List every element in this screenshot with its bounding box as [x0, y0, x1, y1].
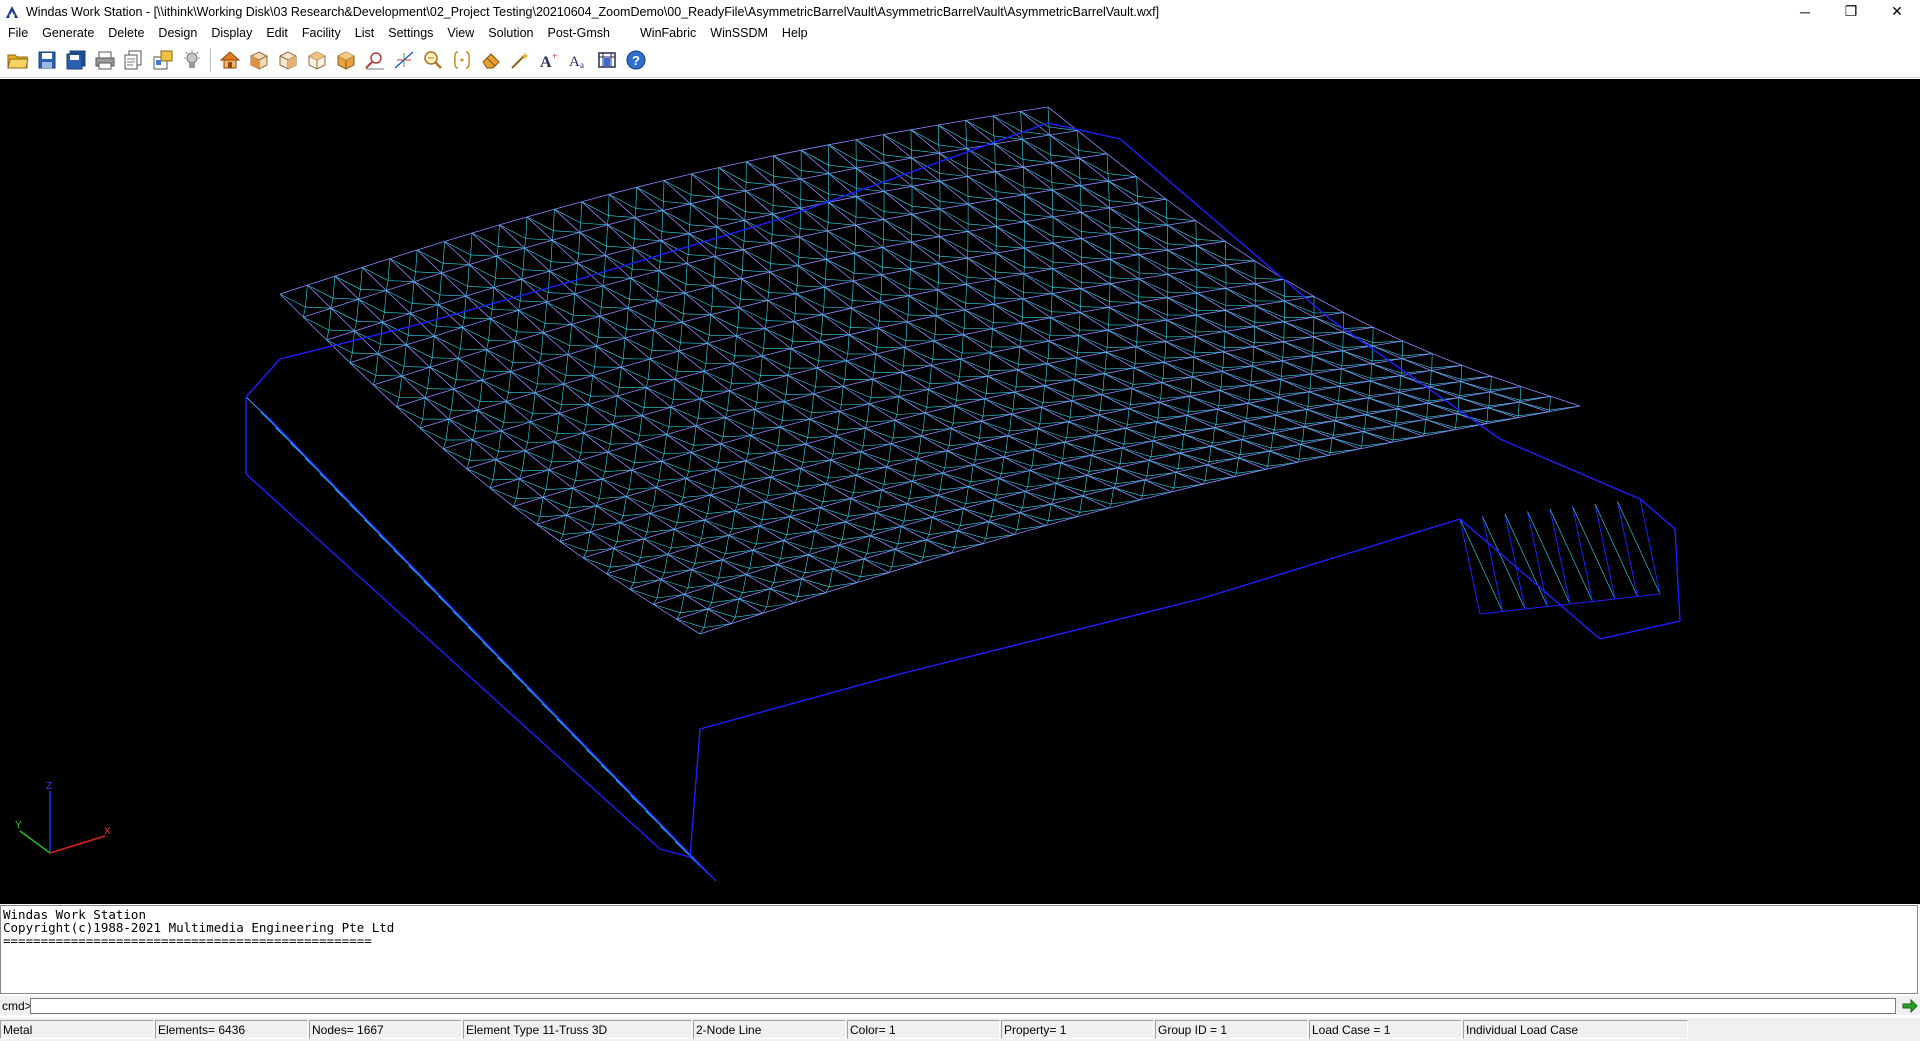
command-label: cmd>: [2, 998, 32, 1013]
home-view-icon[interactable]: [215, 46, 244, 74]
export-icon[interactable]: [148, 46, 177, 74]
frame-icon[interactable]: [592, 46, 621, 74]
font-size-icon[interactable]: A +: [534, 46, 563, 74]
command-bar: cmd>: [0, 996, 1920, 1015]
menu-design[interactable]: Design: [151, 26, 204, 40]
save-icon[interactable]: [32, 46, 61, 74]
svg-text:a: a: [580, 60, 584, 70]
axes-icon[interactable]: [389, 46, 418, 74]
app-icon[interactable]: [4, 4, 20, 20]
status-load-case-mode: Individual Load Case: [1463, 1020, 1688, 1039]
console-line: ========================================…: [3, 933, 372, 948]
help-icon[interactable]: ?: [621, 46, 650, 74]
menu-edit[interactable]: Edit: [259, 26, 295, 40]
box-solid-icon[interactable]: [331, 46, 360, 74]
restore-button[interactable]: ❐: [1828, 0, 1874, 23]
menu-delete[interactable]: Delete: [101, 26, 151, 40]
status-bar: Metal Elements= 6436 Nodes= 1667 Element…: [0, 1018, 1920, 1041]
box-side-icon[interactable]: [273, 46, 302, 74]
truss-mesh: Z X Y: [15, 106, 1681, 882]
eraser-icon[interactable]: [476, 46, 505, 74]
menu-bar: File Generate Delete Design Display Edit…: [0, 23, 1920, 43]
zoom-icon[interactable]: [418, 46, 447, 74]
model-viewport[interactable]: Z X Y: [0, 79, 1920, 904]
light-icon[interactable]: [177, 46, 206, 74]
command-input[interactable]: [30, 997, 1896, 1014]
status-property: Property= 1: [1001, 1020, 1154, 1039]
box-iso-icon[interactable]: [302, 46, 331, 74]
status-material: Metal: [0, 1020, 154, 1039]
svg-text:?: ?: [632, 53, 640, 68]
font-style-icon[interactable]: Aa: [563, 46, 592, 74]
coordinate-axes: Z X Y: [15, 781, 111, 854]
axis-label-y: Y: [15, 820, 22, 831]
status-element-type: Element Type 11-Truss 3D: [463, 1020, 692, 1039]
menu-view[interactable]: View: [440, 26, 481, 40]
close-button[interactable]: ✕: [1874, 0, 1920, 23]
bracket-icon[interactable]: [447, 46, 476, 74]
svg-text:+: +: [552, 51, 557, 61]
window-title: Windas Work Station - [\\ithink\Working …: [26, 4, 1160, 19]
menu-winfabric[interactable]: WinFabric: [633, 26, 703, 40]
axis-label-z: Z: [46, 781, 52, 792]
menu-post-gmsh[interactable]: Post-Gmsh: [540, 26, 617, 40]
menu-generate[interactable]: Generate: [35, 26, 101, 40]
menu-winssdm[interactable]: WinSSDM: [703, 26, 775, 40]
title-bar: Windas Work Station - [\\ithink\Working …: [0, 0, 1920, 23]
copy-icon[interactable]: [119, 46, 148, 74]
status-color: Color= 1: [847, 1020, 1000, 1039]
toolbar: A + Aa ?: [0, 43, 1920, 78]
axis-label-x: X: [104, 826, 111, 837]
output-console: Windas Work Station Copyright(c)1988-202…: [0, 905, 1918, 994]
zoom-window-icon[interactable]: [360, 46, 389, 74]
print-icon[interactable]: [90, 46, 119, 74]
status-group-id: Group ID = 1: [1155, 1020, 1308, 1039]
menu-settings[interactable]: Settings: [381, 26, 440, 40]
menu-display[interactable]: Display: [204, 26, 259, 40]
status-nodes: Nodes= 1667: [309, 1020, 462, 1039]
box-front-icon[interactable]: [244, 46, 273, 74]
svg-text:A: A: [569, 54, 580, 70]
status-node-line: 2-Node Line: [693, 1020, 846, 1039]
svg-text:A: A: [540, 54, 552, 70]
menu-solution[interactable]: Solution: [481, 26, 540, 40]
run-command-icon[interactable]: [1900, 998, 1920, 1014]
menu-facility[interactable]: Facility: [295, 26, 348, 40]
save-all-icon[interactable]: [61, 46, 90, 74]
status-load-case: Load Case = 1: [1309, 1020, 1462, 1039]
menu-list[interactable]: List: [348, 26, 381, 40]
menu-file[interactable]: File: [0, 26, 35, 40]
magic-icon[interactable]: [505, 46, 534, 74]
open-folder-icon[interactable]: [3, 46, 32, 74]
minimize-button[interactable]: ─: [1782, 0, 1828, 23]
status-elements: Elements= 6436: [155, 1020, 308, 1039]
window-controls: ─ ❐ ✕: [1782, 0, 1920, 23]
menu-help[interactable]: Help: [775, 26, 815, 40]
